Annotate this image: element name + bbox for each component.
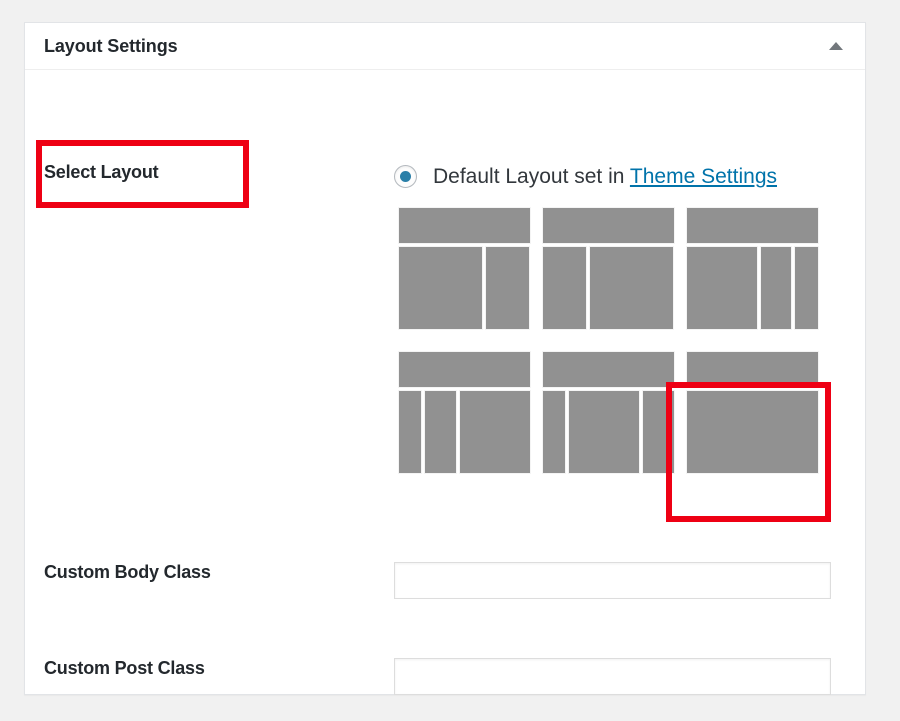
layout-option-sidebar-content-sidebar[interactable] bbox=[542, 351, 678, 477]
thumb-block-content bbox=[589, 246, 675, 330]
caret-up-glyph bbox=[829, 42, 843, 50]
thumb-header-bar bbox=[542, 351, 675, 388]
thumb-block-sidebar-2 bbox=[642, 390, 675, 474]
layout-option-sidebar-sidebar-content[interactable] bbox=[398, 351, 534, 477]
thumb-block-sidebar bbox=[542, 246, 588, 330]
layout-option-sidebar-content[interactable] bbox=[542, 207, 678, 333]
layout-thumbnail bbox=[542, 207, 675, 330]
thumb-block-sidebar-2 bbox=[423, 390, 457, 474]
select-layout-row: Select Layout Default Layout set in Them… bbox=[25, 140, 865, 522]
thumb-block-sidebar bbox=[485, 246, 531, 330]
thumb-block-sidebar-1 bbox=[542, 390, 566, 474]
thumb-columns bbox=[686, 246, 819, 330]
thumb-block-content bbox=[398, 246, 484, 330]
page-title: Layout Settings bbox=[44, 36, 178, 56]
custom-body-class-control-cell bbox=[393, 562, 865, 599]
custom-post-class-label-cell: Custom Post Class bbox=[25, 658, 393, 680]
layout-thumbnail bbox=[542, 351, 675, 474]
radio-default-layout[interactable] bbox=[394, 165, 417, 188]
default-layout-label: Default Layout set in Theme Settings bbox=[433, 166, 777, 187]
layout-option-grid bbox=[398, 207, 838, 495]
custom-post-class-input[interactable] bbox=[394, 658, 831, 695]
thumb-header-bar bbox=[542, 207, 675, 244]
custom-post-class-label: Custom Post Class bbox=[44, 658, 205, 678]
custom-body-class-label-cell: Custom Body Class bbox=[25, 562, 393, 584]
default-layout-option[interactable]: Default Layout set in Theme Settings bbox=[394, 165, 865, 188]
custom-body-class-label: Custom Body Class bbox=[44, 562, 211, 582]
custom-post-class-control-cell bbox=[393, 658, 865, 695]
thumb-columns bbox=[398, 390, 531, 474]
panel-body: Select Layout Default Layout set in Them… bbox=[25, 70, 865, 695]
layout-option-full-width-content[interactable] bbox=[686, 351, 822, 477]
select-layout-control-cell: Default Layout set in Theme Settings bbox=[393, 162, 865, 522]
layout-settings-panel: Layout Settings Select Layout Default La… bbox=[24, 22, 866, 695]
thumb-header-bar bbox=[398, 351, 531, 388]
custom-body-class-input[interactable] bbox=[394, 562, 831, 599]
default-layout-text: Default Layout set in bbox=[433, 165, 625, 188]
thumb-header-bar bbox=[686, 207, 819, 244]
layout-option-content-sidebar-sidebar[interactable] bbox=[686, 207, 822, 333]
thumb-block-sidebar-1 bbox=[760, 246, 792, 330]
thumb-block-content bbox=[686, 246, 759, 330]
thumb-block-sidebar-2 bbox=[793, 246, 819, 330]
thumb-columns bbox=[542, 246, 675, 330]
select-layout-label: Select Layout bbox=[44, 162, 159, 182]
thumb-block-content bbox=[567, 390, 641, 474]
thumb-block-content bbox=[686, 390, 819, 474]
caret-up-icon[interactable] bbox=[823, 33, 849, 59]
layout-thumbnail bbox=[686, 207, 819, 330]
thumb-header-bar bbox=[398, 207, 531, 244]
layout-thumbnail bbox=[398, 351, 531, 474]
thumb-columns bbox=[686, 390, 819, 474]
custom-post-class-row: Custom Post Class bbox=[25, 658, 865, 695]
layout-thumbnail bbox=[398, 207, 531, 330]
thumb-columns bbox=[542, 390, 675, 474]
thumb-block-sidebar-1 bbox=[398, 390, 422, 474]
custom-body-class-row: Custom Body Class bbox=[25, 562, 865, 599]
layout-thumbnail bbox=[686, 351, 819, 474]
thumb-columns bbox=[398, 246, 531, 330]
thumb-header-bar bbox=[686, 351, 819, 388]
panel-header[interactable]: Layout Settings bbox=[25, 23, 865, 70]
select-layout-label-cell: Select Layout bbox=[25, 140, 393, 208]
layout-option-content-sidebar[interactable] bbox=[398, 207, 534, 333]
theme-settings-link[interactable]: Theme Settings bbox=[630, 165, 777, 188]
thumb-block-content bbox=[458, 390, 531, 474]
